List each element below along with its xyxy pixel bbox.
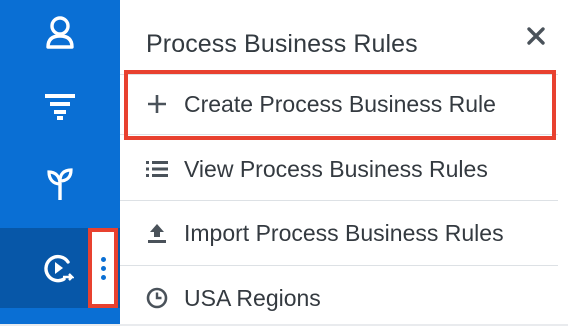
sidebar-item-filter[interactable]: [0, 74, 120, 138]
sidebar-item-opportunities[interactable]: [0, 152, 120, 216]
menu-item-label: Import Process Business Rules: [184, 219, 504, 246]
divider: [120, 200, 558, 201]
more-actions-button[interactable]: [88, 228, 118, 308]
kebab-dot: [100, 265, 106, 271]
filter-icon: [44, 91, 76, 121]
upload-icon: [144, 222, 170, 244]
menu-item-usa-regions[interactable]: USA Regions: [120, 270, 558, 326]
list-icon: [144, 160, 170, 178]
process-business-rules-icon: [42, 252, 74, 284]
close-icon: [526, 26, 546, 51]
menu-item-label: Create Process Business Rule: [184, 90, 496, 117]
menu-item-import-process-business-rules[interactable]: Import Process Business Rules: [120, 205, 558, 261]
sprout-icon: [47, 167, 73, 201]
menu-item-label: View Process Business Rules: [184, 155, 488, 182]
divider: [120, 134, 558, 135]
plus-icon: [144, 94, 170, 114]
sidebar-item-contacts[interactable]: [0, 0, 120, 64]
menu-item-view-process-business-rules[interactable]: View Process Business Rules: [120, 141, 558, 197]
clock-icon: [144, 287, 170, 309]
module-menu-dropdown: Process Business Rules Create Process Bu…: [120, 0, 568, 324]
contacts-icon: [45, 15, 75, 49]
kebab-dot: [100, 256, 106, 262]
menu-item-label: USA Regions: [184, 284, 321, 311]
menu-header: Process Business Rules: [146, 30, 418, 58]
kebab-dot: [100, 274, 106, 280]
divider: [120, 265, 558, 266]
divider: [120, 74, 558, 75]
menu-item-create-process-business-rule[interactable]: Create Process Business Rule: [120, 76, 558, 132]
close-button[interactable]: [522, 24, 550, 52]
